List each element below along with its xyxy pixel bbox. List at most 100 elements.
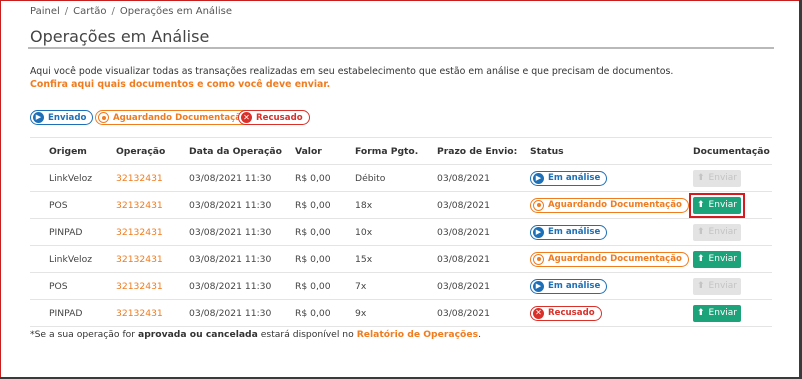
send-button-label: Enviar bbox=[708, 308, 737, 318]
send-button-label: Enviar bbox=[708, 173, 737, 183]
cell-origem: LinkVeloz bbox=[49, 172, 93, 184]
cell-data: 03/08/2021 11:30 bbox=[189, 226, 272, 238]
cell-data: 03/08/2021 11:30 bbox=[189, 307, 272, 319]
cell-documentacao: ⬆ Enviar bbox=[693, 165, 741, 191]
status-badge: ▶ Em análise bbox=[530, 278, 608, 294]
status-badge: Aguardando Documentação bbox=[530, 197, 689, 213]
cell-prazo: 03/08/2021 bbox=[437, 199, 490, 211]
cell-forma: 15x bbox=[355, 253, 373, 265]
cell-operacao: 32132431 bbox=[116, 165, 163, 191]
legend-pill-enviado: ▶ Enviado bbox=[30, 110, 94, 125]
hourglass-circle-icon bbox=[533, 253, 544, 265]
send-document-button: ⬆ Enviar bbox=[693, 169, 741, 187]
cell-valor: R$ 0,00 bbox=[295, 280, 331, 292]
cell-prazo: 03/08/2021 bbox=[437, 172, 490, 184]
cell-origem: PINPAD bbox=[49, 307, 83, 319]
operation-link[interactable]: 32132431 bbox=[116, 281, 163, 292]
cell-forma: 9x bbox=[355, 307, 367, 319]
breadcrumb-current: Operações em Análise bbox=[119, 6, 232, 17]
cell-operacao: 32132431 bbox=[116, 300, 163, 326]
send-document-button[interactable]: ⬆ Enviar bbox=[693, 304, 741, 322]
hourglass-circle-icon bbox=[98, 112, 109, 123]
legend-pill-aguardando: Aguardando Documentação bbox=[95, 110, 254, 125]
table-header: Origem Operação Data da Operação Valor F… bbox=[30, 137, 772, 165]
cell-documentacao: ⬆ Enviar bbox=[693, 300, 741, 326]
table-row: LinkVeloz 32132431 03/08/2021 11:30 R$ 0,00… bbox=[30, 246, 772, 273]
status-badge: Aguardando Documentação bbox=[530, 251, 689, 267]
operation-link[interactable]: 32132431 bbox=[116, 227, 163, 238]
play-circle-icon: ▶ bbox=[33, 112, 44, 123]
operations-table: Origem Operação Data da Operação Valor F… bbox=[30, 137, 772, 327]
cell-valor: R$ 0,00 bbox=[295, 226, 331, 238]
header-forma: Forma Pgto. bbox=[355, 145, 419, 157]
x-circle-icon: ✕ bbox=[241, 112, 252, 123]
send-button-wrap: ⬆ Enviar bbox=[693, 277, 741, 295]
cell-origem: LinkVeloz bbox=[49, 253, 93, 265]
documents-help-link[interactable]: Confira aqui quais documentos e como voc… bbox=[30, 79, 330, 90]
cell-data: 03/08/2021 11:30 bbox=[189, 172, 272, 184]
cell-prazo: 03/08/2021 bbox=[437, 307, 490, 319]
status-label: Em análise bbox=[548, 281, 601, 291]
table-row: PINPAD 32132431 03/08/2021 11:30 R$ 0,00 10x… bbox=[30, 219, 772, 246]
operation-link[interactable]: 32132431 bbox=[116, 254, 163, 265]
legend-label: Recusado bbox=[256, 112, 303, 123]
legend-recusado: ✕ Recusado bbox=[238, 110, 310, 126]
legend-enviado: ▶ Enviado bbox=[30, 110, 94, 126]
send-document-button: ⬆ Enviar bbox=[693, 223, 741, 241]
page-title: Operações em Análise bbox=[30, 27, 210, 46]
cell-data: 03/08/2021 11:30 bbox=[189, 199, 272, 211]
legend-label: Aguardando Documentação bbox=[113, 112, 247, 123]
cell-forma: Débito bbox=[355, 172, 386, 184]
footnote-bold: aprovada ou cancelada bbox=[138, 329, 258, 340]
breadcrumb-separator: / bbox=[111, 6, 115, 17]
footnote-text: estará disponível no bbox=[257, 329, 357, 340]
status-label: Em análise bbox=[548, 173, 601, 183]
cell-status: ▶ Em análise bbox=[530, 165, 608, 191]
play-circle-icon: ▶ bbox=[533, 226, 544, 238]
cell-data: 03/08/2021 11:30 bbox=[189, 280, 272, 292]
status-badge: ✕ Recusado bbox=[530, 305, 602, 321]
send-button-wrap: ⬆ Enviar bbox=[689, 192, 745, 218]
upload-arrow-icon: ⬆ bbox=[697, 227, 705, 237]
cell-operacao: 32132431 bbox=[116, 246, 163, 272]
cell-status: ▶ Em análise bbox=[530, 273, 608, 299]
legend-pill-recusado: ✕ Recusado bbox=[238, 110, 310, 125]
header-operacao: Operação bbox=[116, 145, 166, 157]
breadcrumb-painel[interactable]: Painel bbox=[30, 6, 60, 17]
cell-operacao: 32132431 bbox=[116, 273, 163, 299]
cell-prazo: 03/08/2021 bbox=[437, 280, 490, 292]
footnote: *Se a sua operação for aprovada ou cance… bbox=[30, 329, 481, 340]
header-status: Status bbox=[530, 145, 564, 157]
send-button-label: Enviar bbox=[708, 227, 737, 237]
cell-valor: R$ 0,00 bbox=[295, 307, 331, 319]
cell-prazo: 03/08/2021 bbox=[437, 226, 490, 238]
cell-operacao: 32132431 bbox=[116, 219, 163, 245]
operations-report-link[interactable]: Relatório de Operações bbox=[357, 329, 478, 340]
cell-documentacao: ⬆ Enviar bbox=[693, 273, 741, 299]
header-origem: Origem bbox=[49, 145, 87, 157]
send-document-button[interactable]: ⬆ Enviar bbox=[693, 250, 741, 268]
operation-link[interactable]: 32132431 bbox=[116, 200, 163, 211]
breadcrumb-separator: / bbox=[64, 6, 69, 17]
intro-text: Aqui você pode visualizar todas as trans… bbox=[30, 66, 674, 77]
legend-aguardando: Aguardando Documentação bbox=[95, 110, 254, 126]
status-label: Aguardando Documentação bbox=[548, 200, 682, 210]
breadcrumb: Painel / Cartão / Operações em Análise bbox=[30, 6, 232, 17]
cell-origem: PINPAD bbox=[49, 226, 83, 238]
operation-link[interactable]: 32132431 bbox=[116, 308, 163, 319]
cell-origem: POS bbox=[49, 199, 68, 211]
cell-documentacao: ⬆ Enviar bbox=[689, 192, 745, 218]
send-button-wrap: ⬆ Enviar bbox=[693, 223, 741, 241]
hourglass-circle-icon bbox=[533, 199, 544, 211]
cell-status: ▶ Em análise bbox=[530, 219, 608, 245]
cell-documentacao: ⬆ Enviar bbox=[693, 246, 741, 272]
x-circle-icon: ✕ bbox=[533, 307, 544, 319]
send-button-wrap: ⬆ Enviar bbox=[693, 304, 741, 322]
footnote-text: *Se a sua operação for bbox=[30, 329, 138, 340]
header-prazo: Prazo de Envio: bbox=[437, 145, 518, 157]
table-row: POS 32132431 03/08/2021 11:30 R$ 0,00 18x 03/… bbox=[30, 192, 772, 219]
breadcrumb-cartao[interactable]: Cartão bbox=[73, 6, 106, 17]
operation-link[interactable]: 32132431 bbox=[116, 173, 163, 184]
header-valor: Valor bbox=[295, 145, 322, 157]
cell-prazo: 03/08/2021 bbox=[437, 253, 490, 265]
